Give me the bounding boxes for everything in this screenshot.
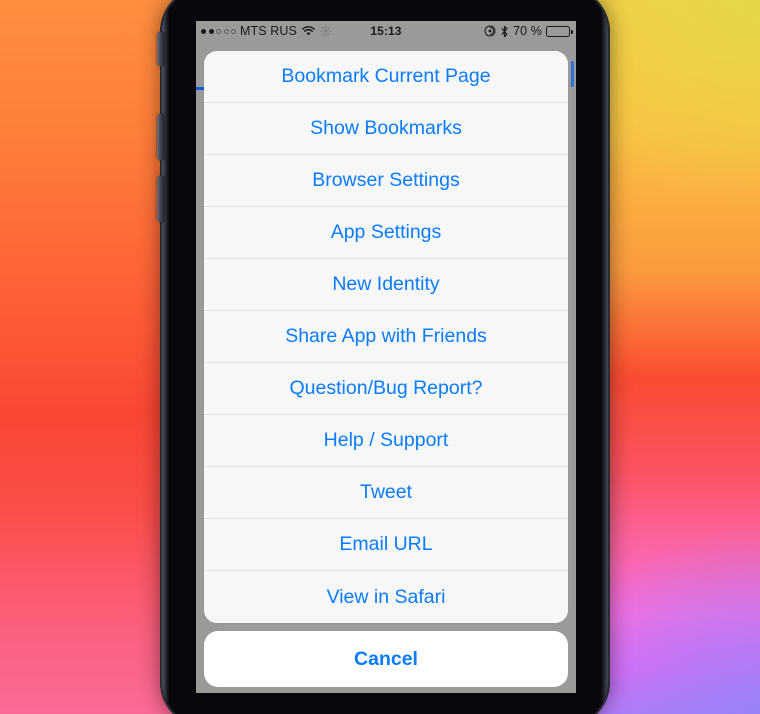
screenshot-root: MTS RUS 15:13 70 % Bookmark Current Page…: [0, 0, 760, 714]
page-progress-bar-right: [571, 61, 574, 87]
action-label: Help / Support: [323, 429, 449, 451]
dimmed-page-backdrop[interactable]: Bookmark Current Page Show Bookmarks Bro…: [196, 41, 576, 693]
volume-down-button[interactable]: [157, 176, 164, 222]
silence-switch[interactable]: [157, 32, 164, 66]
action-label: Share App with Friends: [285, 325, 487, 347]
rotation-lock-icon: [484, 25, 496, 37]
battery-percent-label: 70 %: [513, 24, 542, 38]
action-show-bookmarks[interactable]: Show Bookmarks: [204, 103, 568, 155]
action-label: New Identity: [332, 273, 440, 295]
action-email-url[interactable]: Email URL: [204, 519, 568, 571]
bluetooth-icon: [500, 25, 509, 38]
action-new-identity[interactable]: New Identity: [204, 259, 568, 311]
action-sheet-options: Bookmark Current Page Show Bookmarks Bro…: [204, 51, 568, 623]
action-sheet: Bookmark Current Page Show Bookmarks Bro…: [204, 51, 568, 687]
cancel-button[interactable]: Cancel: [204, 631, 568, 687]
action-app-settings[interactable]: App Settings: [204, 207, 568, 259]
action-view-in-safari[interactable]: View in Safari: [204, 571, 568, 623]
action-label: Bookmark Current Page: [281, 65, 491, 87]
cancel-button-label: Cancel: [354, 647, 418, 670]
status-bar: MTS RUS 15:13 70 %: [196, 21, 576, 41]
action-label: Question/Bug Report?: [289, 377, 483, 399]
action-help-support[interactable]: Help / Support: [204, 415, 568, 467]
action-label: Browser Settings: [312, 169, 460, 191]
action-label: Email URL: [339, 533, 433, 555]
action-browser-settings[interactable]: Browser Settings: [204, 155, 568, 207]
action-label: Tweet: [359, 481, 413, 503]
iphone-frame: MTS RUS 15:13 70 % Bookmark Current Page…: [157, 0, 610, 714]
action-label: App Settings: [330, 221, 442, 243]
volume-up-button[interactable]: [157, 114, 164, 160]
status-bar-right: 70 %: [484, 21, 573, 41]
action-bookmark-current-page[interactable]: Bookmark Current Page: [204, 51, 568, 103]
action-tweet[interactable]: Tweet: [204, 467, 568, 519]
action-share-app-with-friends[interactable]: Share App with Friends: [204, 311, 568, 363]
phone-screen: MTS RUS 15:13 70 % Bookmark Current Page…: [196, 21, 576, 693]
action-label: Show Bookmarks: [310, 117, 462, 139]
action-question-bug-report[interactable]: Question/Bug Report?: [204, 363, 568, 415]
action-label: View in Safari: [326, 585, 446, 608]
battery-icon: [546, 25, 573, 37]
